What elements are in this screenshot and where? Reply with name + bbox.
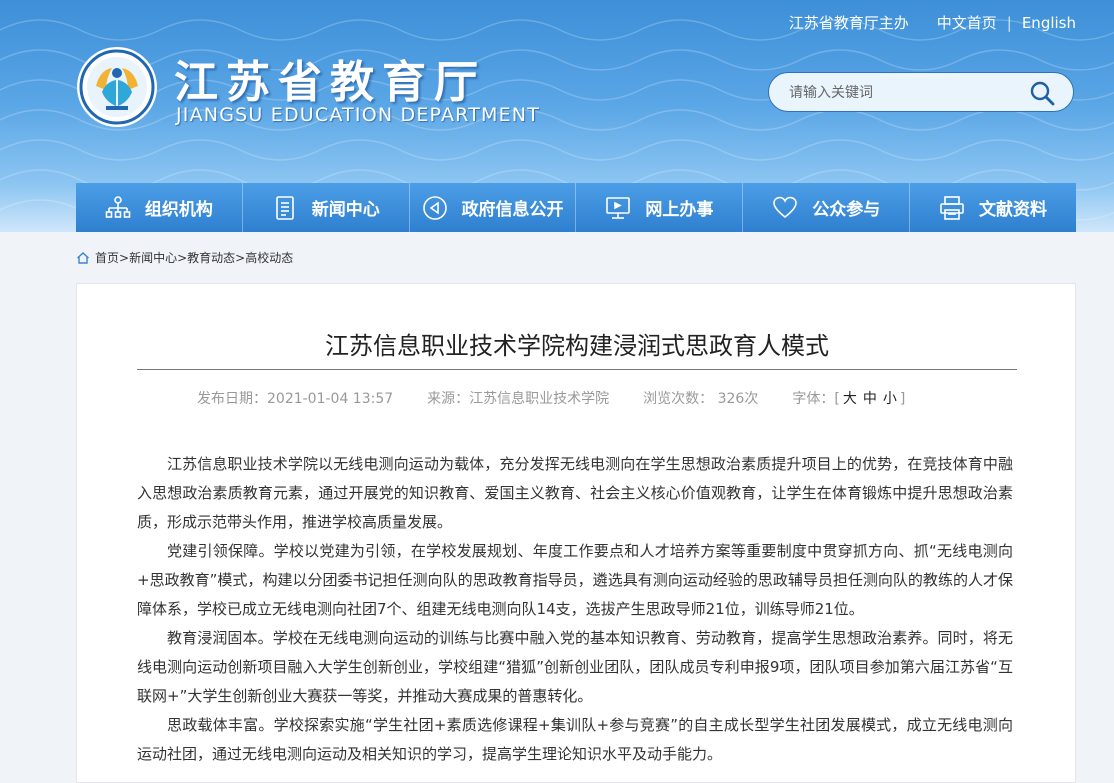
- article-paragraph: 教育浸润固本。学校在无线电测向运动的训练与比赛中融入党的基本知识教育、劳动教育，…: [137, 629, 1013, 705]
- logo-english-title: JIANGSU EDUCATION DEPARTMENT: [176, 104, 541, 126]
- article-paragraph: 党建引领保障。学校以党建为引领，在学校发展规划、年度工作要点和人才培养方案等重要…: [137, 542, 1013, 618]
- printer-icon: [940, 195, 964, 220]
- link-divider: |: [1006, 13, 1012, 32]
- search-input[interactable]: [787, 81, 1021, 105]
- article-meta: 发布日期：2021-01-04 13:57 来源：江苏信息职业技术学院 浏览次数…: [197, 388, 905, 408]
- english-link[interactable]: English: [1022, 14, 1076, 32]
- nav-item-public-participation[interactable]: 公众参与: [743, 183, 911, 232]
- breadcrumb-home[interactable]: 首页>: [95, 249, 129, 266]
- font-size-bracket: ]: [899, 391, 906, 407]
- breadcrumb-news-center[interactable]: 新闻中心>: [129, 249, 187, 266]
- logo-chinese-title[interactable]: 江苏省教育厅: [174, 46, 486, 110]
- nav-label: 新闻中心: [311, 200, 380, 220]
- font-size-switcher: 字体：[大中小]: [792, 388, 905, 408]
- top-links: 江苏省教育厅主办 中文首页 | English: [789, 12, 1076, 33]
- view-count: 浏览次数： 326次: [643, 391, 759, 407]
- sponsor-text: 江苏省教育厅主办: [788, 14, 909, 32]
- home-icon: [77, 251, 89, 264]
- article-body: 江苏信息职业技术学院以无线电测向运动为载体，充分发挥无线电测向在学生思想政治素质…: [137, 450, 1013, 769]
- heart-icon: [773, 196, 798, 218]
- education-emblem-icon[interactable]: [76, 46, 158, 128]
- nav-item-gov-info[interactable]: 政府信息公开: [410, 183, 577, 232]
- nav-item-news[interactable]: 新闻中心: [243, 183, 410, 232]
- nav-label: 公众参与: [812, 200, 881, 220]
- nav-label: 文献资料: [979, 200, 1048, 220]
- article-panel: 江苏信息职业技术学院构建浸润式思政育人模式 发布日期：2021-01-04 13…: [76, 283, 1076, 783]
- font-small-button[interactable]: 小: [883, 391, 897, 407]
- monitor-icon: [606, 196, 631, 219]
- nav-item-organization[interactable]: 组织机构: [76, 183, 243, 232]
- org-chart-icon: [105, 195, 131, 218]
- main-nav: 组织机构 新闻中心 政府信息公开 网上办事 公众参与 文献资料: [76, 183, 1076, 232]
- chinese-home-link[interactable]: 中文首页: [937, 12, 997, 33]
- font-large-button[interactable]: 大: [843, 391, 857, 407]
- nav-label: 组织机构: [144, 200, 213, 220]
- breadcrumb-education-news[interactable]: 教育动态>: [187, 249, 245, 266]
- search-icon[interactable]: [1029, 80, 1055, 106]
- font-medium-button[interactable]: 中: [863, 391, 877, 407]
- article-source: 来源：江苏信息职业技术学院: [427, 391, 610, 407]
- nav-item-online-services[interactable]: 网上办事: [576, 183, 744, 232]
- title-divider: [137, 369, 1017, 370]
- document-icon: [275, 195, 294, 220]
- nav-label: 政府信息公开: [461, 200, 564, 220]
- nav-label: 网上办事: [645, 200, 714, 220]
- article-paragraph: 思政载体丰富。学校探索实施“学生社团+素质选修课程+集训队+参与竞赛”的自主成长…: [137, 716, 1013, 763]
- megaphone-icon: [422, 195, 447, 220]
- publish-date: 发布日期：2021-01-04 13:57: [197, 391, 394, 407]
- breadcrumb-university-news[interactable]: 高校动态: [245, 249, 293, 266]
- breadcrumb: 首页> 新闻中心> 教育动态> 高校动态: [76, 249, 293, 266]
- article-paragraph: 江苏信息职业技术学院以无线电测向运动为载体，充分发挥无线电测向在学生思想政治素质…: [137, 455, 1013, 531]
- search-box: [768, 72, 1074, 112]
- nav-item-documents[interactable]: 文献资料: [910, 183, 1076, 232]
- article-title: 江苏信息职业技术学院构建浸润式思政育人模式: [325, 332, 829, 360]
- font-size-label: 字体：[: [792, 391, 840, 407]
